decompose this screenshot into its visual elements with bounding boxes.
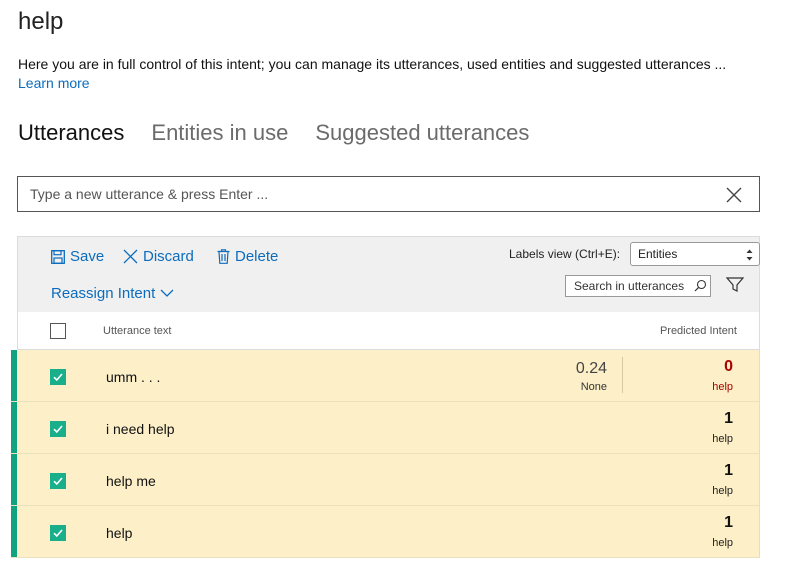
row-divider (622, 357, 623, 393)
labels-view-select[interactable]: Entities (630, 242, 760, 266)
score-value: 0.24 (575, 360, 607, 377)
chevron-down-icon (160, 289, 174, 298)
new-utterance-box (17, 176, 760, 212)
utterances-toolbar: Save Discard Delete Reassign Intent Labe… (17, 236, 760, 312)
save-icon (51, 249, 65, 264)
table-header: Utterance text Predicted Intent (17, 312, 760, 350)
save-label: Save (70, 248, 105, 265)
predicted-intent-header: Predicted Intent (659, 325, 737, 337)
predicted-score: 1 (724, 462, 733, 479)
predicted-intent-label: help (712, 433, 733, 445)
filter-icon[interactable] (725, 277, 745, 298)
search-icon[interactable] (694, 279, 707, 297)
close-icon[interactable] (725, 186, 743, 204)
delete-button[interactable]: Delete (217, 248, 278, 265)
intent-description: Here you are in full control of this int… (18, 56, 727, 72)
page-title: help (18, 8, 64, 35)
utterance-text-header: Utterance text (103, 325, 172, 337)
tab-utterances[interactable]: Utterances (18, 120, 124, 146)
row-checkbox[interactable] (50, 525, 66, 541)
discard-label: Discard (143, 248, 194, 265)
discard-button[interactable]: Discard (123, 248, 194, 265)
utterance-text[interactable]: help me (106, 473, 156, 489)
trash-icon (217, 249, 230, 264)
labels-view-value: Entities (638, 247, 678, 261)
row-accent-bar (11, 402, 17, 453)
new-utterance-input[interactable] (18, 177, 708, 211)
row-accent-bar (11, 454, 17, 505)
search-box (565, 275, 711, 297)
tab-suggested-utterances[interactable]: Suggested utterances (315, 120, 529, 146)
predicted-intent-label: help (712, 381, 733, 393)
labels-view-label: Labels view (Ctrl+E): (509, 247, 621, 261)
select-arrows-icon (746, 247, 753, 269)
row-checkbox[interactable] (50, 369, 66, 385)
select-all-checkbox[interactable] (50, 323, 66, 339)
row-accent-bar (11, 350, 17, 401)
learn-more-link[interactable]: Learn more (18, 75, 90, 91)
utterance-text[interactable]: umm . . . (106, 369, 160, 385)
table-row[interactable]: help 1 help (11, 506, 760, 558)
row-checkbox[interactable] (50, 421, 66, 437)
utterance-text[interactable]: help (106, 525, 132, 541)
search-input[interactable] (566, 276, 694, 296)
reassign-intent-button[interactable]: Reassign Intent (51, 285, 174, 302)
discard-icon (123, 249, 138, 264)
row-accent-bar (11, 506, 17, 557)
reassign-intent-label: Reassign Intent (51, 285, 156, 302)
score-intent-label: None (580, 381, 607, 393)
delete-label: Delete (235, 248, 279, 265)
row-checkbox[interactable] (50, 473, 66, 489)
predicted-intent-label: help (712, 485, 733, 497)
table-row[interactable]: umm . . . 0.24 None 0 help (11, 350, 760, 402)
table-row[interactable]: i need help 1 help (11, 402, 760, 454)
tab-bar: Utterances Entities in use Suggested utt… (18, 120, 529, 146)
predicted-score: 1 (724, 410, 733, 427)
predicted-score: 1 (724, 514, 733, 531)
predicted-intent-label: help (712, 537, 733, 549)
table-row[interactable]: help me 1 help (11, 454, 760, 506)
predicted-score: 0 (724, 358, 733, 375)
tab-entities-in-use[interactable]: Entities in use (151, 120, 288, 146)
utterance-text[interactable]: i need help (106, 421, 175, 437)
save-button[interactable]: Save (51, 248, 104, 265)
